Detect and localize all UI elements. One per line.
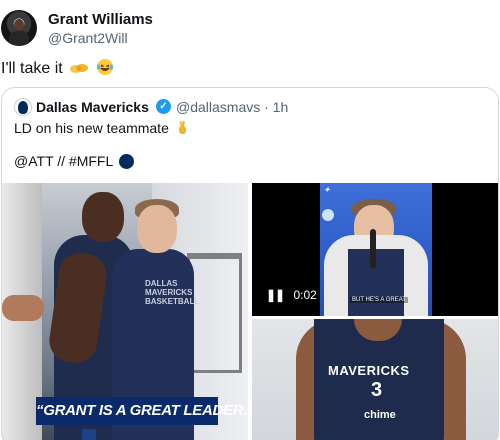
quoted-handle-time[interactable]: @dallasmavs · 1h (176, 99, 288, 115)
quoted-text-line1: LD on his new teammate (14, 120, 188, 138)
author-avatar[interactable] (1, 10, 37, 46)
quoted-text-line1-content: LD on his new teammate (14, 120, 169, 136)
video-top-logo-icon: ✦ (324, 187, 330, 194)
quoted-text-line2-content[interactable]: @ATT // #MFFL (14, 153, 113, 169)
media-photo-practice[interactable]: DALLAS MAVERICKS BASKETBALL “GRANT IS A … (2, 183, 248, 440)
tweet-text: I'll take it (1, 58, 114, 81)
photo-hand (2, 295, 44, 321)
pause-icon[interactable]: ❚❚ (266, 288, 285, 302)
avatar-body (9, 31, 29, 46)
video-time-text: 0:02 (293, 288, 317, 302)
quoted-author-name[interactable]: Dallas Mavericks (36, 99, 149, 115)
photo-rack (187, 253, 242, 373)
jersey-number: 3 (371, 379, 383, 401)
author-name[interactable]: Grant Williams (48, 11, 153, 28)
jersey-team-text: MAVERICKS (328, 363, 410, 378)
fingers-crossed-icon (176, 120, 188, 138)
nba-logo-icon (82, 429, 96, 440)
quoted-tweet[interactable]: Dallas Mavericks ✓ @dallasmavs · 1h LD o… (1, 87, 499, 440)
quote-banner: “GRANT IS A GREAT LEADER.” (36, 397, 248, 425)
verified-badge-icon: ✓ (156, 99, 171, 114)
avatar-face (14, 19, 24, 30)
video-timer[interactable]: ❚❚ 0:02 (266, 288, 317, 302)
author-handle[interactable]: @Grant2Will (48, 30, 128, 46)
video-frame: ✦ BUT HE'S A GREAT (320, 183, 432, 316)
shirt-text: DALLAS MAVERICKS BASKETBALL (145, 279, 200, 306)
video-subtitle: BUT HE'S A GREAT (350, 297, 408, 303)
tweet-author: Grant Williams @Grant2Will (0, 6, 500, 46)
quoted-avatar[interactable] (14, 98, 32, 116)
player-luka-head (137, 205, 177, 253)
tweet-text-content: I'll take it (1, 60, 63, 77)
handshake-icon (70, 60, 89, 81)
video-shirt (348, 249, 404, 316)
media-photo-jersey[interactable]: MAVERICKS 3 chime (252, 319, 498, 440)
mavs-hashtag-icon (118, 154, 134, 169)
att-logo-icon (322, 209, 334, 221)
jersey-sponsor: chime (364, 409, 396, 421)
quoted-tweet-header: Dallas Mavericks ✓ @dallasmavs · 1h (14, 98, 484, 116)
laughing-crying-icon (96, 58, 114, 81)
quoted-text-line2: @ATT // #MFFL (14, 153, 134, 169)
player-grant-head (82, 192, 124, 242)
microphone-icon (370, 229, 376, 269)
